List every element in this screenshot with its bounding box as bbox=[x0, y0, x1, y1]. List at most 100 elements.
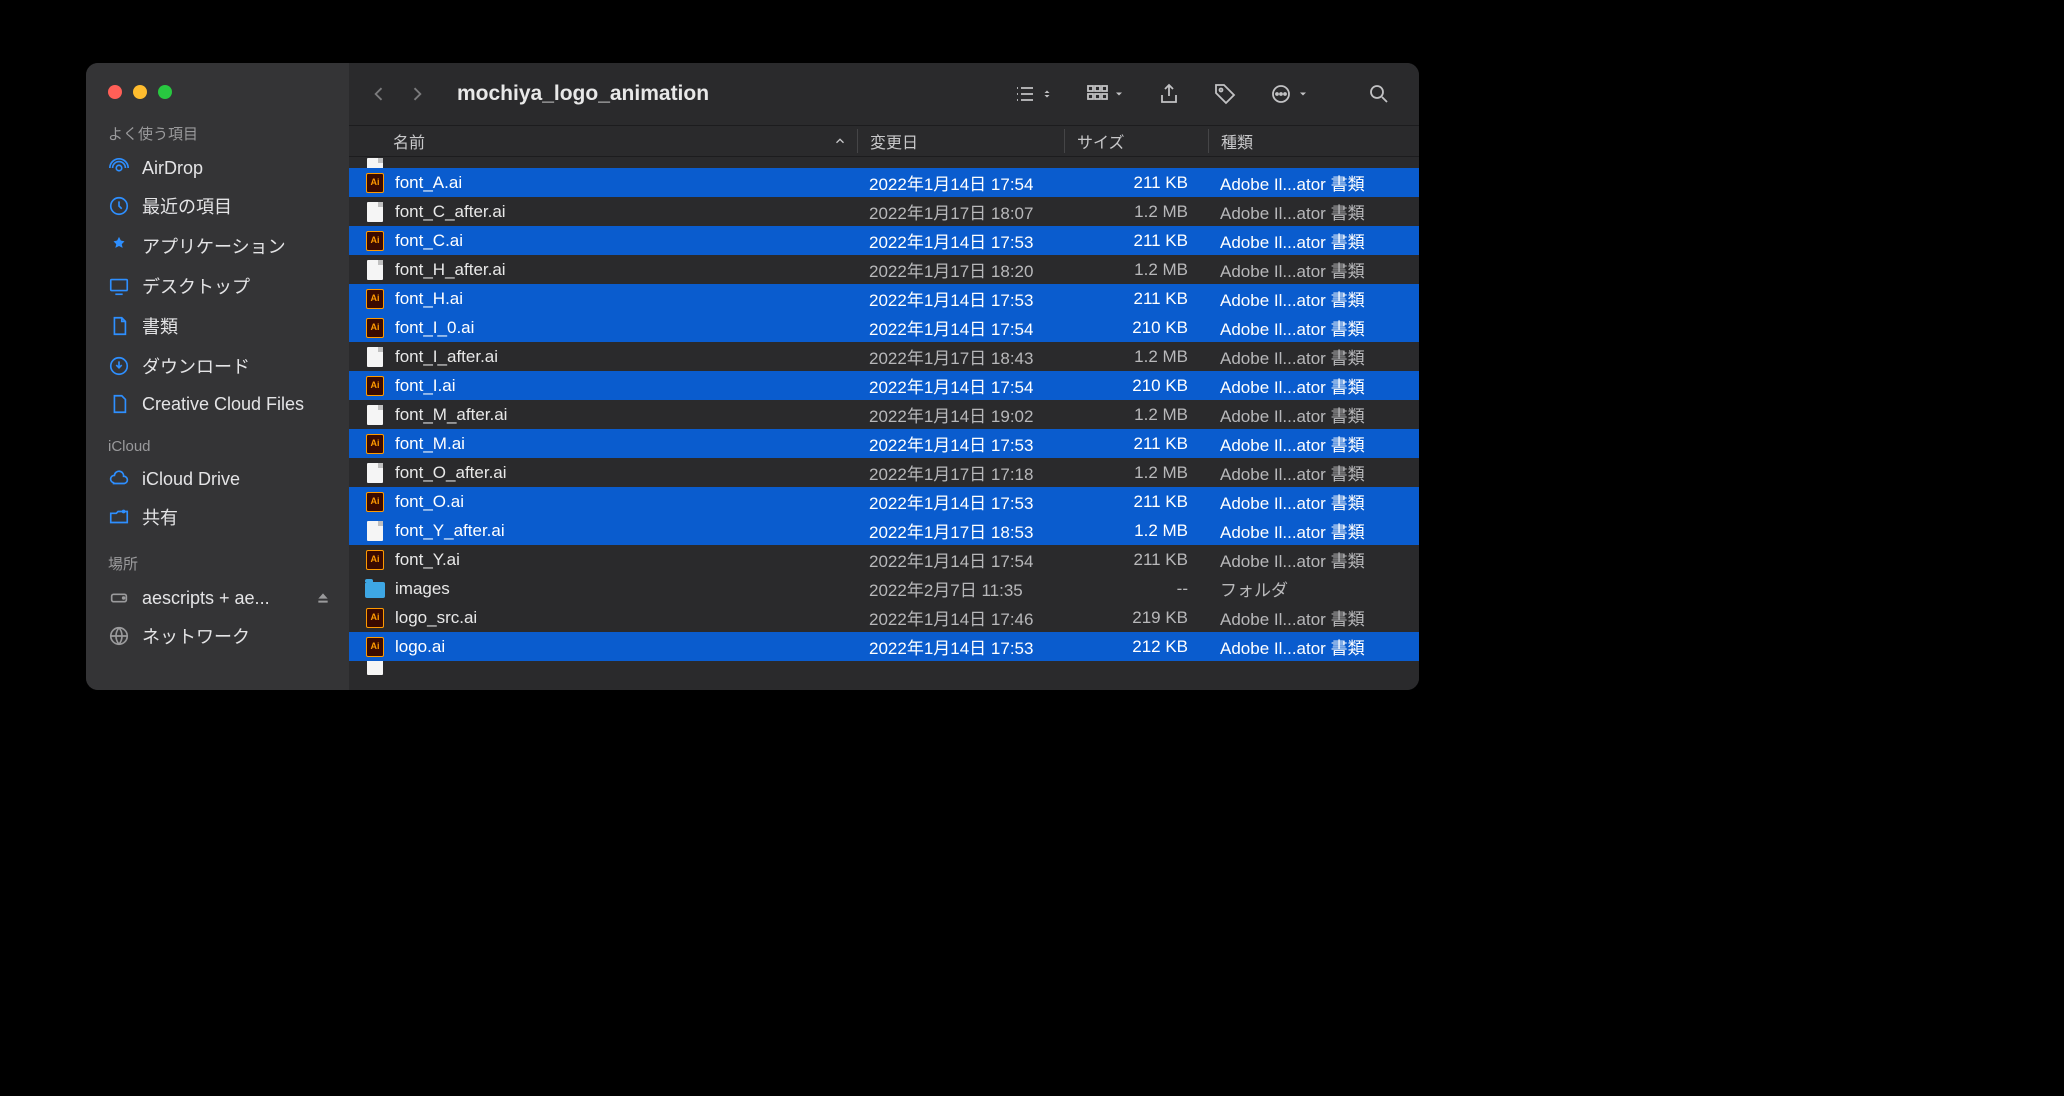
clock-icon bbox=[108, 195, 130, 217]
file-size: 211 KB bbox=[1064, 550, 1208, 570]
file-row[interactable]: images2022年2月7日 11:35--フォルダ bbox=[349, 574, 1419, 603]
file-row[interactable]: Aifont_I.ai2022年1月14日 17:54210 KBAdobe I… bbox=[349, 371, 1419, 400]
file-row[interactable]: font_O_after.ai2022年1月17日 17:181.2 MBAdo… bbox=[349, 458, 1419, 487]
sidebar-item-downloads[interactable]: ダウンロード bbox=[86, 346, 349, 386]
ai-file-icon: Ai bbox=[366, 289, 384, 309]
file-row[interactable]: Aifont_M.ai2022年1月14日 17:53211 KBAdobe I… bbox=[349, 429, 1419, 458]
file-row[interactable]: Aifont_Y.ai2022年1月14日 17:54211 KBAdobe I… bbox=[349, 545, 1419, 574]
sidebar-item-airdrop[interactable]: AirDrop bbox=[86, 150, 349, 186]
file-row-partial[interactable] bbox=[349, 661, 1419, 679]
file-kind: Adobe Il...ator 書類 bbox=[1208, 170, 1419, 195]
file-name: logo.ai bbox=[395, 637, 445, 657]
file-list[interactable]: Aifont_A.ai2022年1月14日 17:54211 KBAdobe I… bbox=[349, 157, 1419, 690]
main-content: mochiya_logo_animation bbox=[349, 63, 1419, 690]
sidebar-item-applications[interactable]: アプリケーション bbox=[86, 226, 349, 266]
sidebar-item-creative-cloud[interactable]: Creative Cloud Files bbox=[86, 386, 349, 422]
file-size: 1.2 MB bbox=[1064, 405, 1208, 425]
sidebar-item-external-disk[interactable]: aescripts + ae... bbox=[86, 580, 349, 616]
sidebar-item-documents[interactable]: 書類 bbox=[86, 306, 349, 346]
file-kind: Adobe Il...ator 書類 bbox=[1208, 315, 1419, 340]
file-date: 2022年1月14日 17:46 bbox=[857, 605, 1064, 630]
sidebar-item-network[interactable]: ネットワーク bbox=[86, 616, 349, 656]
file-size: 219 KB bbox=[1064, 608, 1208, 628]
file-row[interactable]: font_Y_after.ai2022年1月17日 18:531.2 MBAdo… bbox=[349, 516, 1419, 545]
sidebar-item-label: ネットワーク bbox=[142, 623, 250, 649]
file-name: font_M.ai bbox=[395, 434, 465, 454]
file-name: font_M_after.ai bbox=[395, 405, 507, 425]
file-kind: Adobe Il...ator 書類 bbox=[1208, 460, 1419, 485]
sidebar-item-icloud-drive[interactable]: iCloud Drive bbox=[86, 461, 349, 497]
file-name: font_Y.ai bbox=[395, 550, 460, 570]
column-header-size[interactable]: サイズ bbox=[1064, 129, 1208, 153]
ai-file-icon: Ai bbox=[366, 434, 384, 454]
ai-file-icon: Ai bbox=[366, 637, 384, 657]
file-row[interactable]: font_I_after.ai2022年1月17日 18:431.2 MBAdo… bbox=[349, 342, 1419, 371]
file-date: 2022年1月14日 17:54 bbox=[857, 547, 1064, 572]
file-row[interactable]: Ailogo_src.ai2022年1月14日 17:46219 KBAdobe… bbox=[349, 603, 1419, 632]
file-row[interactable]: Aifont_H.ai2022年1月14日 17:53211 KBAdobe I… bbox=[349, 284, 1419, 313]
group-button[interactable] bbox=[1075, 82, 1135, 106]
file-size: 211 KB bbox=[1064, 231, 1208, 251]
file-kind: Adobe Il...ator 書類 bbox=[1208, 257, 1419, 282]
file-size: 212 KB bbox=[1064, 637, 1208, 657]
file-row[interactable]: Aifont_I_0.ai2022年1月14日 17:54210 KBAdobe… bbox=[349, 313, 1419, 342]
file-kind: フォルダ bbox=[1208, 576, 1419, 601]
columns-header: 名前 変更日 サイズ 種類 bbox=[349, 125, 1419, 157]
file-row[interactable]: Aifont_O.ai2022年1月14日 17:53211 KBAdobe I… bbox=[349, 487, 1419, 516]
globe-icon bbox=[108, 625, 130, 647]
sidebar-item-label: デスクトップ bbox=[142, 273, 250, 299]
sidebar-item-label: AirDrop bbox=[142, 158, 203, 179]
search-button[interactable] bbox=[1357, 82, 1401, 106]
cloud-icon bbox=[108, 468, 130, 490]
file-name: font_H.ai bbox=[395, 289, 463, 309]
file-kind: Adobe Il...ator 書類 bbox=[1208, 402, 1419, 427]
document-file-icon bbox=[367, 347, 383, 367]
file-size: 210 KB bbox=[1064, 318, 1208, 338]
file-date: 2022年1月17日 18:20 bbox=[857, 257, 1064, 282]
file-name: font_A.ai bbox=[395, 173, 462, 193]
ai-file-icon: Ai bbox=[366, 231, 384, 251]
nav-arrows bbox=[357, 84, 441, 104]
file-date: 2022年1月14日 17:53 bbox=[857, 286, 1064, 311]
file-name: font_Y_after.ai bbox=[395, 521, 505, 541]
file-kind: Adobe Il...ator 書類 bbox=[1208, 547, 1419, 572]
share-button[interactable] bbox=[1147, 82, 1191, 106]
minimize-button[interactable] bbox=[133, 85, 147, 99]
file-size: 1.2 MB bbox=[1064, 463, 1208, 483]
column-header-name[interactable]: 名前 bbox=[349, 129, 857, 153]
sidebar-item-label: アプリケーション bbox=[142, 233, 286, 259]
file-name: font_C.ai bbox=[395, 231, 463, 251]
file-row[interactable]: font_H_after.ai2022年1月17日 18:201.2 MBAdo… bbox=[349, 255, 1419, 284]
disk-icon bbox=[108, 587, 130, 609]
document-file-icon bbox=[367, 463, 383, 483]
column-label: 変更日 bbox=[870, 135, 918, 152]
sidebar-item-desktop[interactable]: デスクトップ bbox=[86, 266, 349, 306]
file-date: 2022年1月17日 17:18 bbox=[857, 460, 1064, 485]
ai-file-icon: Ai bbox=[366, 492, 384, 512]
file-icon bbox=[108, 393, 130, 415]
fullscreen-button[interactable] bbox=[158, 85, 172, 99]
file-kind: Adobe Il...ator 書類 bbox=[1208, 373, 1419, 398]
file-row[interactable]: Aifont_A.ai2022年1月14日 17:54211 KBAdobe I… bbox=[349, 168, 1419, 197]
close-button[interactable] bbox=[108, 85, 122, 99]
file-row[interactable]: font_M_after.ai2022年1月14日 19:021.2 MBAdo… bbox=[349, 400, 1419, 429]
column-header-kind[interactable]: 種類 bbox=[1208, 129, 1419, 153]
file-row[interactable]: font_C_after.ai2022年1月17日 18:071.2 MBAdo… bbox=[349, 197, 1419, 226]
file-size: 1.2 MB bbox=[1064, 521, 1208, 541]
sidebar-item-label: 書類 bbox=[142, 313, 178, 339]
document-icon bbox=[108, 315, 130, 337]
view-mode-button[interactable] bbox=[1003, 82, 1063, 106]
action-button[interactable] bbox=[1259, 82, 1319, 106]
file-row[interactable]: Ailogo.ai2022年1月14日 17:53212 KBAdobe Il.… bbox=[349, 632, 1419, 661]
desktop-icon bbox=[108, 275, 130, 297]
tags-button[interactable] bbox=[1203, 82, 1247, 106]
back-button[interactable] bbox=[369, 84, 389, 104]
eject-icon[interactable] bbox=[315, 590, 331, 606]
column-header-date[interactable]: 変更日 bbox=[857, 129, 1064, 153]
sidebar-section-icloud: iCloud bbox=[86, 432, 349, 461]
file-row-partial[interactable] bbox=[349, 157, 1419, 168]
forward-button[interactable] bbox=[407, 84, 427, 104]
sidebar-item-shared[interactable]: 共有 bbox=[86, 497, 349, 537]
file-row[interactable]: Aifont_C.ai2022年1月14日 17:53211 KBAdobe I… bbox=[349, 226, 1419, 255]
sidebar-item-recents[interactable]: 最近の項目 bbox=[86, 186, 349, 226]
